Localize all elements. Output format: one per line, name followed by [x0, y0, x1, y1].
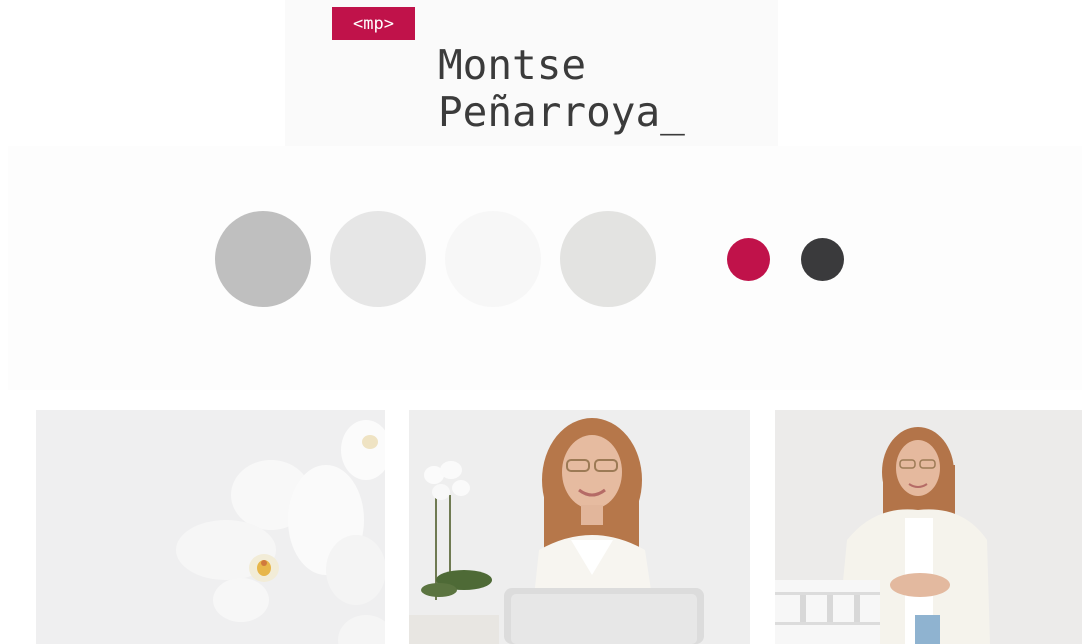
- logo-name: Montse Peñarroya_: [438, 42, 685, 136]
- color-swatch-charcoal: [801, 238, 844, 281]
- logo-badge: <mp>: [332, 7, 415, 40]
- logo-name-line2: Peñarroya_: [438, 88, 685, 136]
- color-swatch-warm-gray: [560, 211, 656, 307]
- color-palette-panel: [8, 146, 1082, 390]
- white-orchid-photo: [36, 410, 385, 644]
- color-swatch-off-white: [445, 211, 541, 307]
- color-swatch-light-gray: [330, 211, 426, 307]
- woman-standing-photo: [775, 410, 1082, 644]
- color-swatch-crimson: [727, 238, 770, 281]
- woman-at-laptop-photo: [409, 410, 750, 644]
- logo-name-line1: Montse: [438, 41, 587, 89]
- color-swatch-gray: [215, 211, 311, 307]
